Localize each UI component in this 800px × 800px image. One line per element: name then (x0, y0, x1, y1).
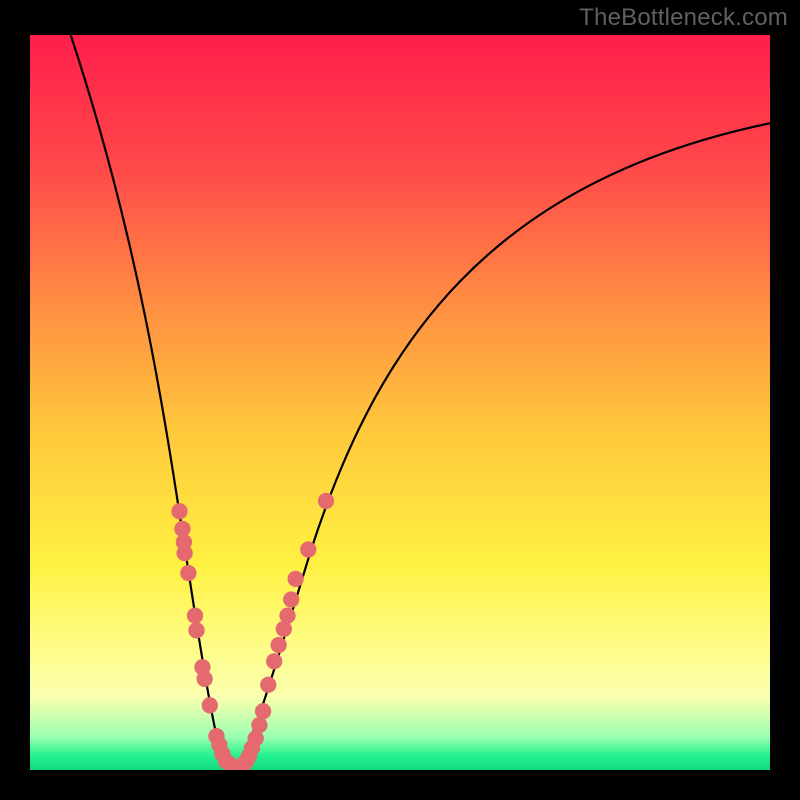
sample-marker (266, 653, 282, 669)
sample-marker (288, 571, 304, 587)
sample-marker (279, 608, 295, 624)
chart-frame: TheBottleneck.com (0, 0, 800, 800)
sample-marker (197, 671, 213, 687)
sample-marker (188, 622, 204, 638)
watermark-text: TheBottleneck.com (579, 4, 788, 32)
sample-marker (271, 637, 287, 653)
sample-marker (187, 608, 203, 624)
sample-marker (171, 503, 187, 519)
sample-marker (180, 565, 196, 581)
sample-marker (318, 493, 334, 509)
sample-marker (251, 717, 267, 733)
sample-marker (260, 677, 276, 693)
sample-marker (177, 545, 193, 561)
sample-marker (283, 591, 299, 607)
chart-svg (30, 35, 770, 770)
sample-marker (300, 541, 316, 557)
plot-area (30, 35, 770, 770)
sample-marker (202, 697, 218, 713)
sample-marker (255, 703, 271, 719)
gradient-background (30, 35, 770, 770)
